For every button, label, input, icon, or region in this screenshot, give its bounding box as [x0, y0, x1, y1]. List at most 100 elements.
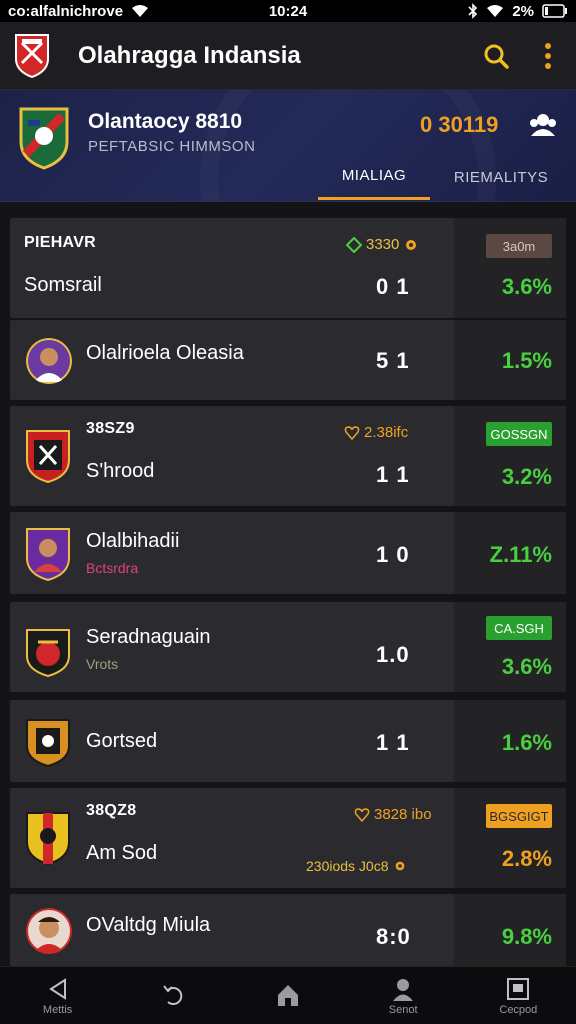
team-hero: Olantaocy 8810 PEFTABSIC HIMMSON 0 30119… [0, 90, 576, 202]
stat-panel [454, 406, 566, 506]
player-avatar [26, 908, 72, 954]
match-score: 1 0 [376, 542, 410, 567]
match-card[interactable]: Gortsed 1 1 1.6% [10, 700, 566, 782]
back-triangle-icon [48, 977, 66, 1000]
app-logo-icon [15, 33, 49, 78]
team-name: S'hrood [86, 460, 155, 482]
nav-label: Cecpod [499, 1003, 538, 1016]
team-name: Somsrail [24, 274, 102, 296]
team-score: 0 30119 [420, 112, 499, 137]
undo-icon [163, 984, 183, 1005]
match-score: 0 1 [376, 274, 410, 299]
stat-panel [454, 218, 566, 318]
nav-profile[interactable]: Senot [363, 976, 443, 1016]
team-crest-icon [26, 812, 70, 866]
gear-icon [395, 861, 404, 871]
team-subtitle: PEFTABSIC HIMMSON [88, 138, 256, 155]
nav-label: Mettis [42, 1003, 73, 1016]
odds: 2.38ifc [344, 424, 408, 441]
card-title: 38QZ8 [86, 802, 137, 819]
tab-matches[interactable]: MIALIAG [318, 154, 430, 200]
search-button[interactable] [480, 40, 512, 72]
match-card[interactable]: 38QZ8 3828 ibo BGSGIGT Am Sod 230iods J0… [10, 788, 566, 888]
gear-icon [406, 239, 417, 250]
win-percent: 3.6% [501, 274, 552, 299]
team-name: Olantaocy 8810 [88, 110, 243, 133]
nav-home[interactable] [248, 982, 328, 1010]
status-badge: 3a0m [486, 234, 552, 258]
battery-percent: 2% [512, 2, 534, 20]
stat-panel [454, 788, 566, 888]
team-crest-icon [19, 107, 69, 170]
nav-back[interactable]: Mettis [18, 976, 98, 1016]
match-score: 8:0 [376, 924, 411, 949]
wifi-signal-icon [487, 5, 504, 17]
team-crest-icon [26, 719, 70, 768]
status-badge: CA.SGH [486, 616, 552, 640]
win-percent: 1.5% [501, 348, 552, 373]
match-card[interactable]: OValtdg Miula 8:0 9.8% [10, 894, 566, 966]
app-header: Olahragga Indansia [0, 22, 576, 90]
status-bar: co:alfalnichrove 10:24 2% [0, 0, 576, 22]
odds-value: 3330 [366, 236, 400, 253]
team-crest-icon [26, 430, 70, 484]
match-card[interactable]: Seradnaguain Vrots CA.SGH 1.0 3.6% [10, 602, 566, 692]
odds-value: 3828 ibo [374, 806, 432, 823]
match-card[interactable]: Olalrioela Oleasia 5 1 1.5% [10, 320, 566, 400]
match-card[interactable]: PIEHAVR 3330 3a0m Somsrail 0 1 3.6% [10, 218, 566, 318]
home-icon [277, 984, 298, 1006]
match-score: 5 1 [376, 348, 410, 373]
nav-label: Senot [388, 1003, 418, 1016]
more-menu-button[interactable] [532, 40, 564, 72]
diamond-icon [346, 236, 362, 253]
team-name: Olalrioela Oleasia [86, 342, 244, 364]
square-icon [507, 977, 530, 1000]
win-percent: 9.8% [501, 924, 552, 949]
match-score: 1 1 [376, 462, 410, 487]
team-subtitle: Vrots [86, 656, 119, 672]
bottom-nav: Mettis Senot Cecpod [0, 966, 576, 1024]
match-score: 1.0 [376, 642, 410, 667]
team-crest-icon [26, 629, 70, 678]
card-title: 38SZ9 [86, 420, 135, 437]
match-card[interactable]: 38SZ9 2.38ifc GOSSGN S'hrood 1 1 3.2% [10, 406, 566, 506]
team-name: Seradnaguain [86, 626, 211, 648]
win-percent: 1.6% [501, 730, 552, 755]
status-badge: BGSGIGT [486, 804, 552, 828]
more-vertical-icon [545, 42, 551, 69]
wifi-icon [132, 5, 149, 17]
heart-icon [354, 807, 370, 822]
player-avatar [26, 338, 72, 384]
team-name: OValtdg Miula [86, 914, 211, 936]
battery-icon [542, 4, 567, 18]
tab-results[interactable]: RIEMALITYS [440, 154, 562, 200]
app-title: Olahragga Indansia [78, 41, 301, 69]
nav-undo[interactable] [133, 982, 213, 1010]
team-subtitle: Bctsrdra [86, 560, 139, 576]
status-badge: GOSSGN [486, 422, 552, 446]
team-name: Olalbihadii [86, 530, 180, 552]
odds-value: 2.38ifc [364, 424, 409, 441]
profile-icon [393, 978, 414, 1001]
win-percent: 3.6% [501, 654, 552, 679]
odds: 3330 [346, 236, 419, 253]
search-icon [484, 44, 509, 69]
team-group-icon[interactable] [528, 112, 558, 138]
player-shield-icon [26, 528, 70, 582]
win-percent: Z.11% [489, 542, 552, 567]
team-name: Gortsed [86, 730, 158, 752]
win-percent: 3.2% [501, 464, 552, 489]
carrier-text: co:alfalnichrove [8, 2, 124, 20]
match-card[interactable]: Olalbihadii Bctsrdra 1 0 Z.11% [10, 512, 566, 594]
extra-odds-value: 230iods J0c8 [306, 858, 389, 874]
heart-icon [344, 425, 360, 440]
clock: 10:24 [268, 2, 308, 20]
win-percent: 2.8% [501, 846, 552, 871]
bluetooth-icon [468, 3, 478, 19]
extra-odds: 230iods J0c8 [306, 858, 407, 874]
odds: 3828 ibo [354, 806, 432, 823]
match-score: 1 1 [376, 730, 410, 755]
team-name: Am Sod [86, 842, 158, 864]
card-title: PIEHAVR [24, 234, 97, 251]
nav-recents[interactable]: Cecpod [478, 976, 558, 1016]
